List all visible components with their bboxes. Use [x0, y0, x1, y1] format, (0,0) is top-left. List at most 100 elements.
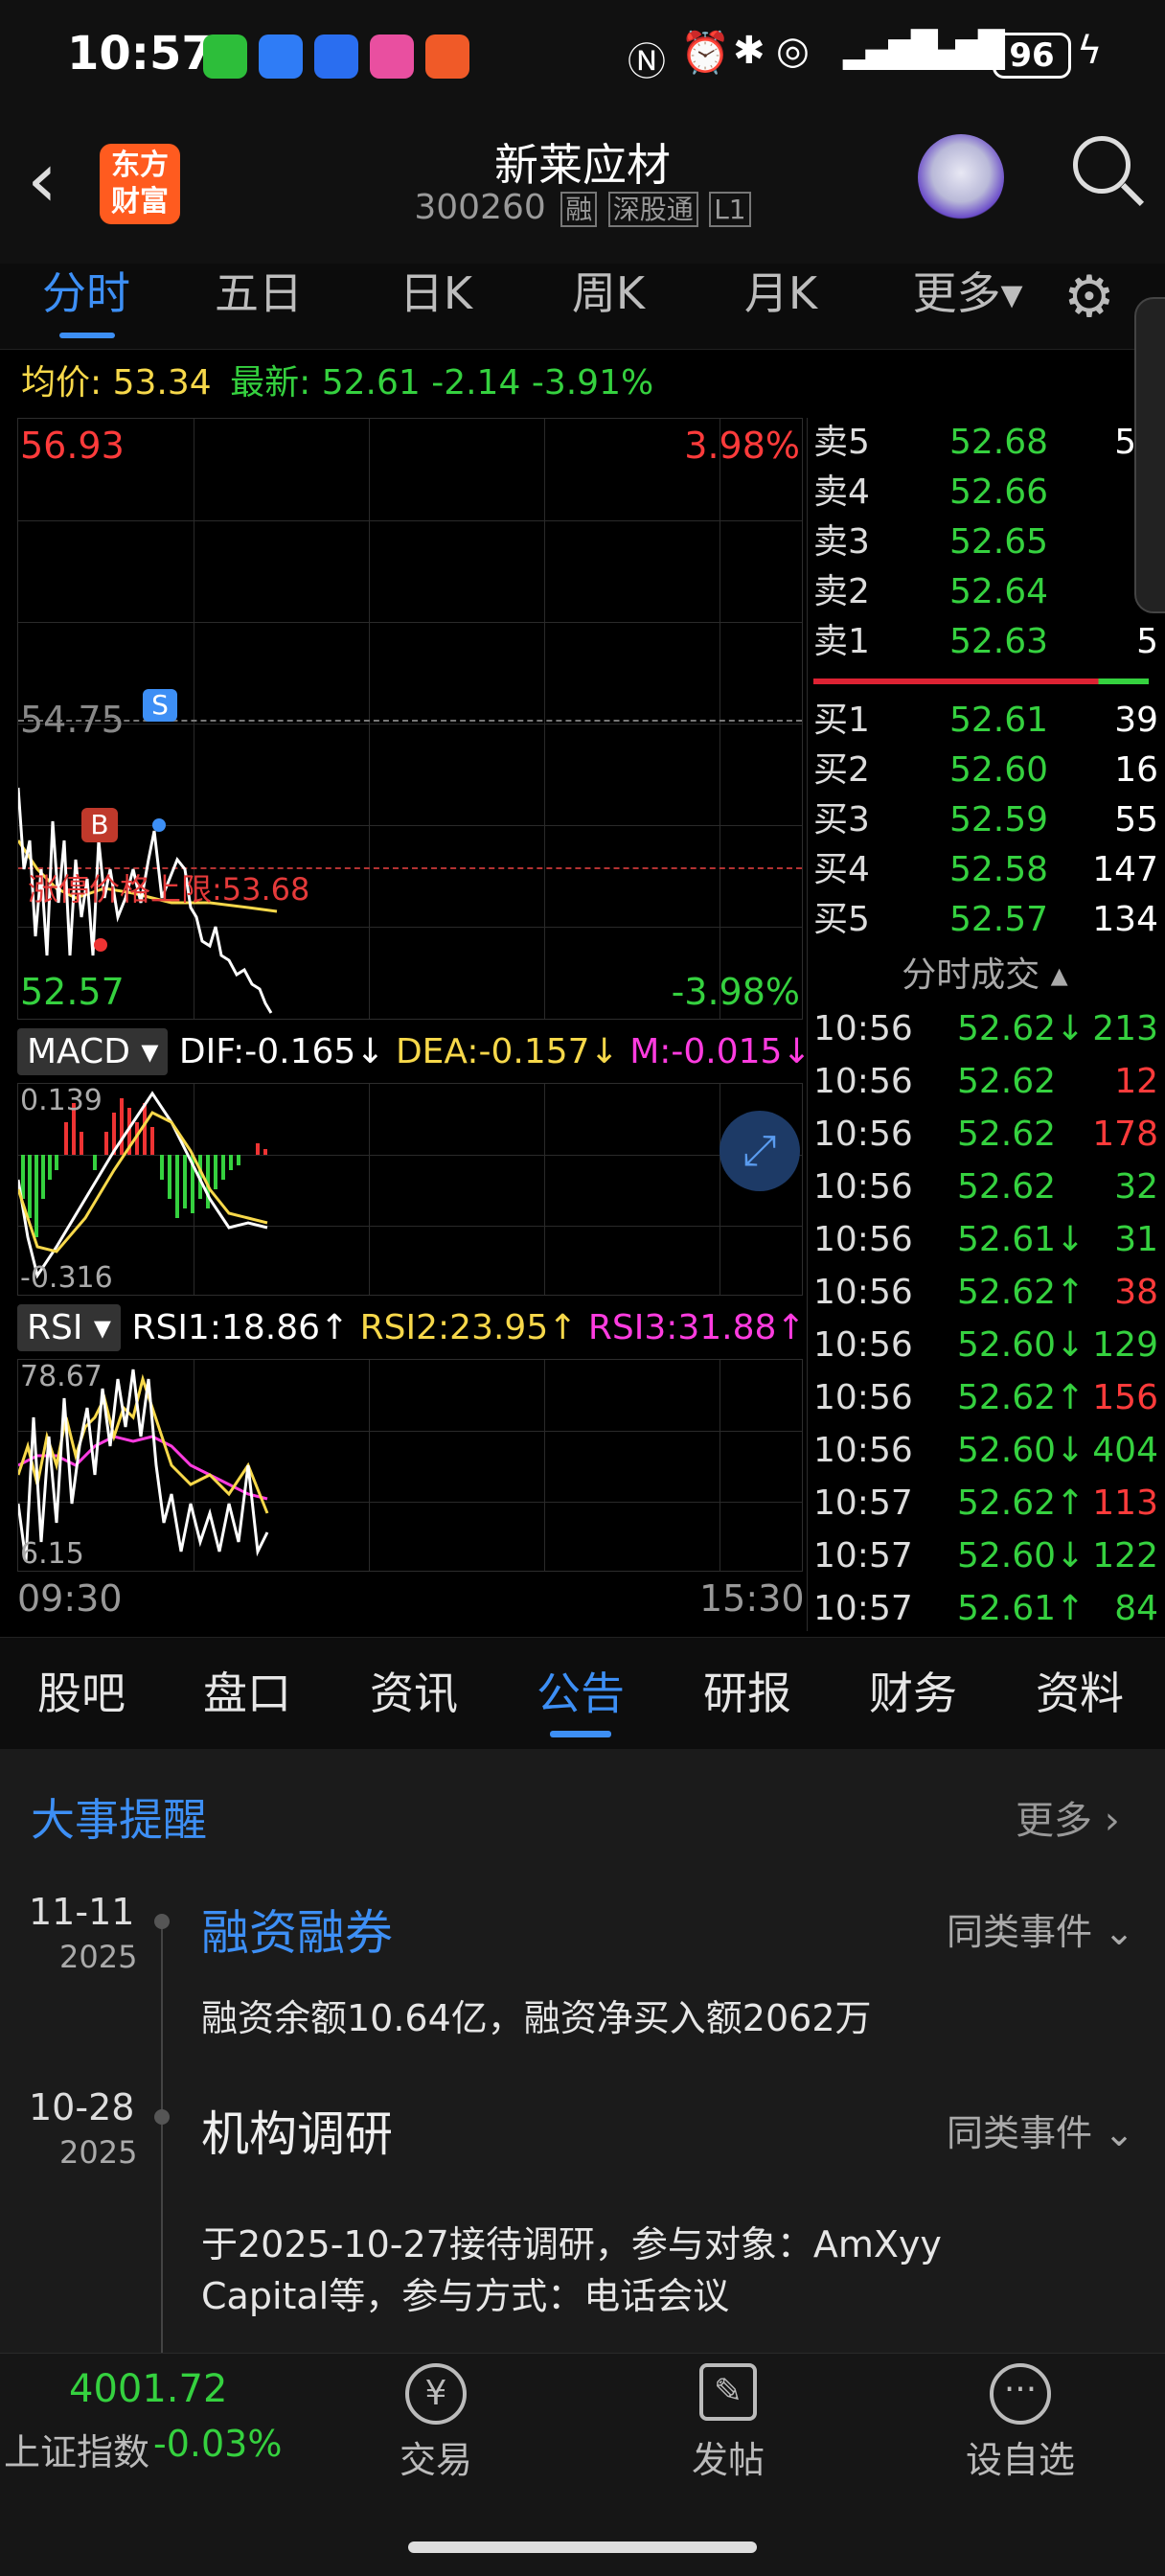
- bid-price: 52.57: [949, 900, 1049, 939]
- bid-volume: 39: [1114, 701, 1158, 740]
- rsi-chart[interactable]: 78.67 6.15: [17, 1359, 803, 1572]
- index-value[interactable]: 4001.72: [69, 2367, 227, 2411]
- trade-volume: 84: [1114, 1589, 1158, 1628]
- app-logo: 东方 财富: [100, 144, 180, 224]
- ask-row[interactable]: 卖352.654: [808, 518, 1162, 567]
- tab-five-day[interactable]: 五日: [192, 264, 326, 350]
- macd-lines: [18, 1091, 268, 1279]
- logo-text-top: 东方: [111, 149, 169, 182]
- bid-label: 买4: [813, 850, 870, 889]
- stock-name: 新莱应材: [494, 139, 671, 191]
- bid-label: 买5: [813, 900, 870, 939]
- tab-weekly-k[interactable]: 周K: [541, 264, 675, 350]
- tab-more[interactable]: 更多▾: [891, 264, 1044, 350]
- status-time: 10:57: [67, 27, 214, 80]
- bid-volume: 134: [1092, 900, 1158, 939]
- ask-row[interactable]: 卖1 52.63 5: [808, 617, 1162, 667]
- search-icon-handle: [1120, 182, 1145, 207]
- bid-row[interactable]: 买5 52.57 134: [808, 895, 1162, 945]
- sell-dot: [152, 818, 166, 832]
- trade-time: 10:56: [813, 1062, 913, 1101]
- macd-chart[interactable]: 0.139 -0.316 ⤢: [17, 1083, 803, 1296]
- ask-row[interactable]: 卖552.6858: [808, 418, 1162, 468]
- battery-level: 96: [1009, 36, 1055, 75]
- expand-icon[interactable]: ⤢: [720, 1111, 800, 1191]
- change-value: -2.14: [431, 363, 521, 402]
- trade-volume: 129: [1092, 1325, 1158, 1365]
- tag-connect: 深股通: [607, 192, 698, 227]
- ask-row[interactable]: 卖252.641: [808, 567, 1162, 617]
- event-name[interactable]: 机构调研: [201, 2096, 393, 2165]
- post-label: 发帖: [691, 2439, 765, 2481]
- change-pct: -3.91%: [531, 363, 654, 402]
- status-bar: 10:57 Ⓝ ⏰ ✱ ◎ ▂▄▆█ ▂▄▆█ 96 ϟ: [0, 0, 1165, 115]
- stock-header: ‹ 东方 财富 新莱应材 300260 融 深股通 L1: [0, 115, 1165, 264]
- ask-price: 52.66: [949, 472, 1049, 512]
- event-year: 2025: [59, 1939, 138, 1975]
- robot-avatar-icon[interactable]: [918, 134, 1004, 220]
- rsi-header: RSI ▾ RSI1:18.86↑ RSI2:23.95↑ RSI3:31.88…: [17, 1300, 806, 1357]
- index-change: -0.03%: [153, 2423, 283, 2465]
- trade-price: 52.60↓: [957, 1536, 1085, 1576]
- pct-bottom: -3.98%: [671, 971, 800, 1013]
- tab-daily-k[interactable]: 日K: [369, 264, 503, 350]
- index-name: 上证指数: [4, 2431, 150, 2473]
- trade-label: 交易: [399, 2439, 472, 2481]
- more-label: 更多: [1016, 1799, 1092, 1843]
- ask-label: 卖1: [813, 622, 870, 661]
- trade-time: 10:56: [813, 1378, 913, 1417]
- ask-row[interactable]: 卖452.668: [808, 468, 1162, 518]
- ask-label: 卖4: [813, 472, 870, 512]
- tab-news[interactable]: 资讯: [342, 1641, 486, 1746]
- tab-finance[interactable]: 财务: [841, 1641, 985, 1746]
- trade-row: 10:56 52.62 12: [808, 1055, 1162, 1108]
- bid-label: 买2: [813, 750, 870, 790]
- home-indicator[interactable]: [408, 2542, 757, 2553]
- trade-volume: 113: [1092, 1484, 1158, 1523]
- bid-row[interactable]: 买1 52.61 39: [808, 696, 1162, 746]
- event-name[interactable]: 融资融券: [201, 1895, 393, 1964]
- tab-forum[interactable]: 股吧: [10, 1641, 153, 1746]
- trade-time: 10:57: [813, 1484, 913, 1523]
- trades-title[interactable]: 分时成交 ▴: [808, 949, 1162, 1002]
- sell-marker: S: [143, 689, 177, 722]
- same-type-events-link[interactable]: 同类事件 ⌄: [947, 1902, 1134, 1955]
- intraday-chart[interactable]: S B 56.93 3.98% 54.75 涨停价格上限:53.68 52.57…: [17, 418, 803, 1020]
- back-icon[interactable]: ‹: [27, 142, 57, 218]
- buy-marker: B: [81, 808, 118, 842]
- bid-row[interactable]: 买2 52.60 16: [808, 746, 1162, 795]
- rsi-top-value: 78.67: [20, 1360, 103, 1393]
- post-button[interactable]: ✎ 发帖: [671, 2363, 786, 2488]
- bid-row[interactable]: 买3 52.59 55: [808, 795, 1162, 845]
- trade-price: 52.62: [957, 1167, 1057, 1207]
- rsi-selector[interactable]: RSI ▾: [17, 1304, 121, 1351]
- event-date: 10-28: [29, 2086, 135, 2128]
- trade-row: 10:56 52.62 32: [808, 1161, 1162, 1213]
- charging-icon: ϟ: [1077, 29, 1103, 73]
- bid-row[interactable]: 买4 52.58 147: [808, 845, 1162, 895]
- trade-volume: 38: [1114, 1273, 1158, 1312]
- macd-selector[interactable]: MACD ▾: [17, 1028, 169, 1075]
- trade-time: 10:56: [813, 1220, 913, 1259]
- tab-research[interactable]: 研报: [675, 1641, 819, 1746]
- ask-label: 卖3: [813, 522, 870, 562]
- tab-handicap[interactable]: 盘口: [175, 1641, 319, 1746]
- bid-price: 52.58: [949, 850, 1049, 889]
- hotspot-icon: ◎: [776, 29, 810, 73]
- side-scroll-handle[interactable]: [1134, 297, 1165, 613]
- tab-monthly-k[interactable]: 月K: [714, 264, 848, 350]
- settings-gear-icon[interactable]: ⚙: [1063, 267, 1115, 327]
- trade-volume: 31: [1114, 1220, 1158, 1259]
- add-watchlist-button[interactable]: ··· 设自选: [958, 2363, 1083, 2488]
- trade-button[interactable]: ¥ 交易: [378, 2363, 493, 2488]
- trade-time: 10:56: [813, 1431, 913, 1470]
- trade-volume: 178: [1092, 1115, 1158, 1154]
- ask-label: 卖2: [813, 572, 870, 611]
- trade-row: 10:57 52.60↓ 122: [808, 1530, 1162, 1582]
- macd-top-value: 0.139: [20, 1084, 103, 1117]
- same-type-events-link[interactable]: 同类事件 ⌄: [947, 2104, 1134, 2156]
- bid-price: 52.61: [949, 701, 1049, 740]
- timeline-dot: [154, 1914, 170, 1929]
- events-more-link[interactable]: 更多 ›: [1016, 1789, 1120, 1845]
- tab-profile[interactable]: 资料: [1008, 1641, 1152, 1746]
